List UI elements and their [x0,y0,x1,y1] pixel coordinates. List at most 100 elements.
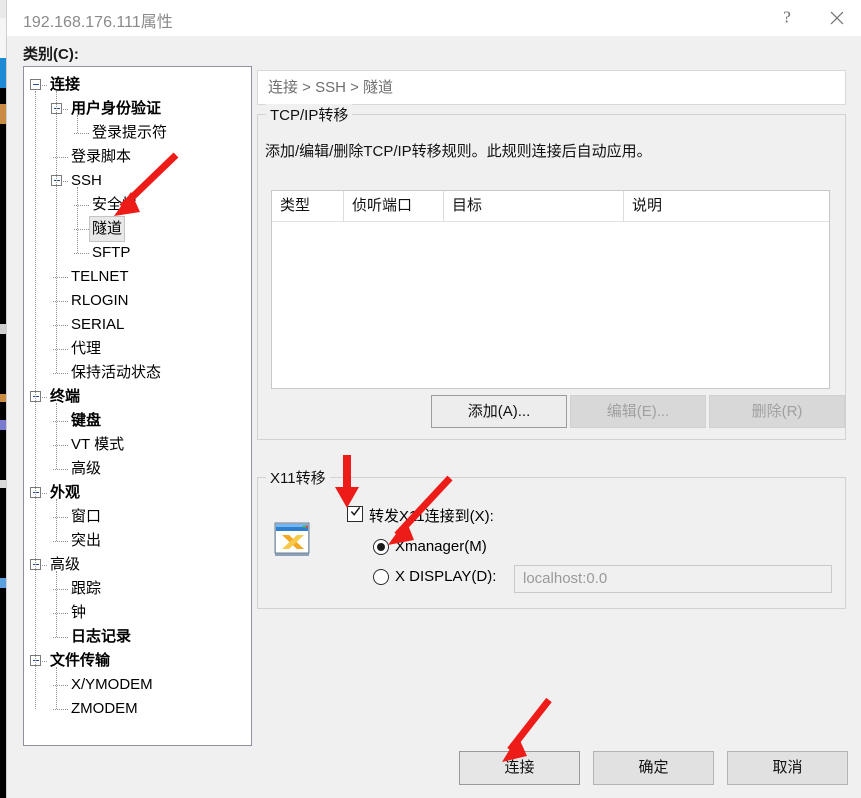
tree-guide-line [63,181,68,183]
tree-guide-line [56,91,58,373]
category-tree[interactable]: 连接用户身份验证登录提示符登录脚本 SSH 安全性隧道 SFTP TELNET RLOGI… [23,66,252,746]
tree-item-6[interactable]: 隧道 [89,216,126,242]
tree-item-15[interactable]: VT 模式 [69,433,126,457]
tree-item-label: 文件传输 [50,652,111,669]
tree-item-4[interactable]: SSH [69,169,104,193]
tree-item-label: 连接 [50,76,81,93]
tree-item-12[interactable]: 保持活动状态 [69,361,163,385]
xmanager-icon [272,519,314,561]
xmanager-radio[interactable] [373,539,389,555]
table-body[interactable] [272,222,829,388]
tree-item-label: 用户身份验证 [71,100,162,117]
tree-item-21[interactable]: 跟踪 [69,577,103,601]
tree-guide-line [53,469,68,471]
tree-item-1[interactable]: 用户身份验证 [69,97,163,121]
tree-item-label: ZMODEM [71,700,138,717]
tree-item-label: 终端 [50,388,81,405]
delete-rule-button: 删除(R) [709,395,845,428]
tree-item-label: 隧道 [89,216,126,242]
tcpip-group-legend: TCP/IP转移 [266,104,353,125]
tree-item-23[interactable]: 日志记录 [69,625,133,649]
add-rule-button[interactable]: 添加(A)... [431,395,567,428]
tree-guide-line [42,85,47,87]
edit-rule-button: 编辑(E)... [570,395,706,428]
forward-x11-label: 转发X11连接到(X): [369,508,494,525]
tree-item-label: 窗口 [71,508,102,525]
help-button[interactable]: ? [764,0,810,36]
tree-item-16[interactable]: 高级 [69,457,103,481]
tree-guide-line [74,253,89,255]
tree-item-label: TELNET [71,268,129,285]
tree-item-label: 突出 [71,532,102,549]
tree-guide-line [74,133,89,135]
tree-expander-collapse-icon[interactable] [30,79,41,90]
tree-item-label: 外观 [50,484,81,501]
tree-item-9[interactable]: RLOGIN [69,289,131,313]
tree-item-label: X/YMODEM [71,676,153,693]
tree-item-20[interactable]: 高级 [48,553,82,577]
tree-item-22[interactable]: 钟 [69,601,88,625]
tree-item-label: 钟 [71,604,87,621]
tree-item-label: 安全性 [92,196,138,213]
tree-item-label: 高级 [50,556,81,573]
title-bar: 192.168.176.111属性 ? [7,0,861,36]
tree-item-5[interactable]: 安全性 [90,193,139,217]
table-header-row: 类型 侦听端口 目标 说明 [272,191,829,222]
tree-guide-line [56,499,58,541]
tree-item-label: 保持活动状态 [71,364,162,381]
xdisplay-radio-label: X DISPLAY(D): [395,568,497,585]
tree-item-18[interactable]: 窗口 [69,505,103,529]
tree-item-10[interactable]: SERIAL [69,313,126,337]
tree-guide-line [53,637,68,639]
tree-item-19[interactable]: 突出 [69,529,103,553]
tcpip-description: 添加/编辑/删除TCP/IP转移规则。此规则连接后自动应用。 [265,143,652,160]
xdisplay-input: localhost:0.0 [514,565,832,593]
cancel-button[interactable]: 取消 [727,751,848,785]
tree-guide-line [42,493,47,495]
x11-group-legend: X11转移 [266,467,330,488]
tree-item-label: 代理 [71,340,102,357]
close-icon [830,11,844,25]
close-button[interactable] [814,0,860,36]
tree-item-13[interactable]: 终端 [48,385,82,409]
tree-item-17[interactable]: 外观 [48,481,82,505]
tree-guide-line [53,541,68,543]
table-column-header[interactable]: 说明 [624,191,829,222]
tree-guide-line [56,571,58,637]
tree-item-3[interactable]: 登录脚本 [69,145,133,169]
tree-item-14[interactable]: 键盘 [69,409,103,433]
tree-guide-line [35,91,37,709]
xmanager-radio-label: Xmanager(M) [395,538,487,555]
tree-guide-line [77,187,79,253]
tree-item-0[interactable]: 连接 [48,73,82,97]
tree-item-24[interactable]: 文件传输 [48,649,112,673]
tree-item-label: 登录提示符 [92,124,168,141]
tree-item-label: SFTP [92,244,131,261]
breadcrumb: 连接 > SSH > 隧道 [257,70,846,105]
tree-guide-line [42,565,47,567]
ok-button[interactable]: 确定 [593,751,714,785]
tree-guide-line [53,709,68,711]
table-column-header[interactable]: 目标 [444,191,624,222]
forward-x11-checkbox[interactable] [347,506,363,522]
tree-item-11[interactable]: 代理 [69,337,103,361]
table-column-header[interactable]: 侦听端口 [344,191,444,222]
category-label: 类别(C): [23,46,79,63]
connect-button[interactable]: 连接 [459,751,580,785]
table-column-header[interactable]: 类型 [272,191,344,222]
tree-guide-line [42,661,47,663]
tree-item-label: SERIAL [71,316,125,333]
tree-item-7[interactable]: SFTP [90,241,132,265]
tree-item-8[interactable]: TELNET [69,265,131,289]
checkmark-icon [350,506,361,516]
tree-item-25[interactable]: X/YMODEM [69,673,155,697]
window-title: 192.168.176.111属性 [23,14,173,31]
tree-item-label: RLOGIN [71,292,129,309]
forwarding-rules-table[interactable]: 类型 侦听端口 目标 说明 [271,190,830,389]
tree-item-2[interactable]: 登录提示符 [90,121,169,145]
tree-item-26[interactable]: ZMODEM [69,697,140,721]
tree-guide-line [42,397,47,399]
tree-guide-line [63,109,68,111]
tree-item-label: 日志记录 [71,628,132,645]
xdisplay-radio[interactable] [373,569,389,585]
